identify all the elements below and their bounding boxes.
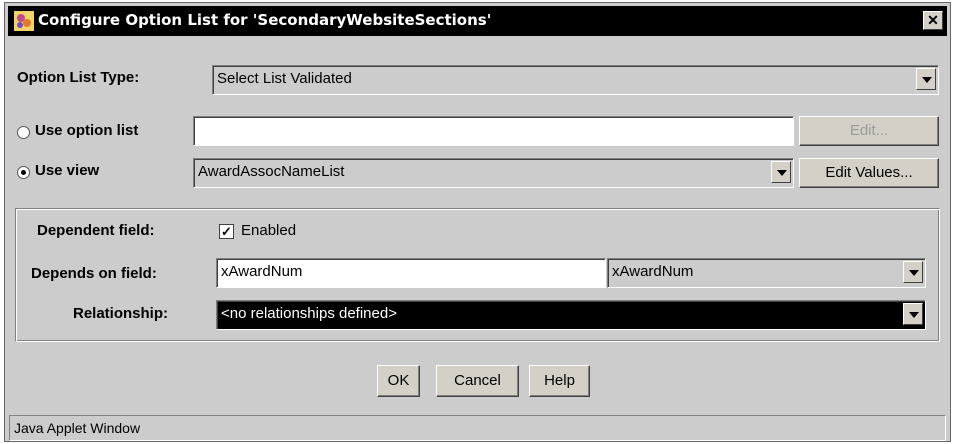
use-view-label: Use view <box>35 162 100 179</box>
dependent-field-label: Dependent field: <box>37 222 155 239</box>
configure-option-list-dialog: Configure Option List for 'SecondaryWebs… <box>4 2 951 442</box>
window-title: Configure Option List for 'SecondaryWebs… <box>38 11 492 29</box>
relationship-value: <no relationships defined> <box>221 305 397 322</box>
view-select[interactable]: AwardAssocNameList <box>193 158 794 188</box>
close-icon: ✕ <box>927 12 939 28</box>
enabled-checkbox[interactable]: ✓ <box>219 224 234 239</box>
edit-values-button[interactable]: Edit Values... <box>799 158 939 188</box>
help-button[interactable]: Help <box>529 365 590 397</box>
depends-on-field-input[interactable]: xAwardNum <box>216 258 606 288</box>
title-bar[interactable]: Configure Option List for 'SecondaryWebs… <box>8 6 947 36</box>
depends-on-field-select[interactable]: xAwardNum <box>607 258 926 288</box>
option-list-input[interactable] <box>193 116 794 146</box>
chevron-down-icon[interactable] <box>903 303 923 325</box>
depends-on-field-label: Depends on field: <box>31 265 157 282</box>
option-list-type-label: Option List Type: <box>17 69 140 86</box>
use-option-list-radio[interactable] <box>17 126 30 139</box>
radio-selected-dot <box>21 170 26 175</box>
checkmark-icon: ✓ <box>221 224 232 239</box>
enabled-label: Enabled <box>241 222 297 239</box>
ok-button[interactable]: OK <box>377 365 420 397</box>
option-list-type-select[interactable]: Select List Validated <box>212 65 939 95</box>
app-icon <box>14 11 34 31</box>
use-view-radio[interactable] <box>17 166 30 179</box>
view-select-value: AwardAssocNameList <box>198 163 345 180</box>
chevron-down-icon[interactable] <box>903 261 923 283</box>
cancel-button[interactable]: Cancel <box>436 365 519 397</box>
use-option-list-label: Use option list <box>35 122 139 139</box>
chevron-down-icon[interactable] <box>916 68 936 90</box>
option-list-type-value: Select List Validated <box>217 70 352 87</box>
edit-button[interactable]: Edit... <box>799 116 939 146</box>
relationship-label: Relationship: <box>73 305 169 322</box>
depends-on-select-value: xAwardNum <box>612 263 694 280</box>
status-bar: Java Applet Window <box>9 415 946 441</box>
close-button[interactable]: ✕ <box>923 11 943 30</box>
relationship-select[interactable]: <no relationships defined> <box>216 300 926 330</box>
chevron-down-icon[interactable] <box>771 161 791 183</box>
